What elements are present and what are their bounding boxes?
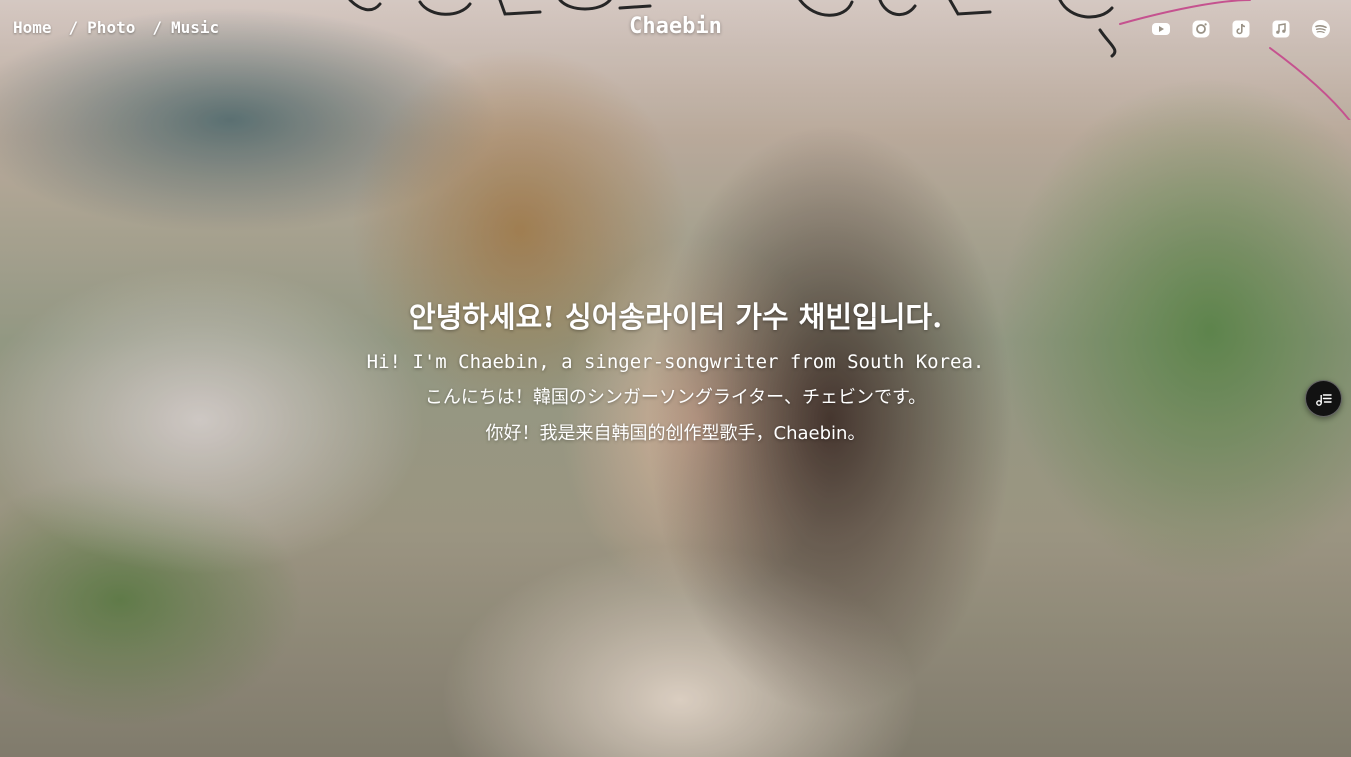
instagram-icon[interactable] (1191, 19, 1211, 39)
intro-chinese: 你好！我是来自韩国的创作型歌手，Chaebin。 (485, 423, 866, 444)
breadcrumb-separator: / (68, 18, 79, 37)
spotify-icon[interactable] (1311, 19, 1331, 39)
nav-music-link[interactable]: Music (171, 18, 219, 37)
intro-korean: 안녕하세요! 싱어송라이터 가수 채빈입니다. (408, 300, 943, 334)
top-navigation: Home / Photo / Music Chaebin (0, 0, 1351, 58)
playlist-button[interactable] (1305, 380, 1342, 417)
breadcrumb: Home / Photo / Music (13, 18, 219, 37)
intro-english: Hi! I'm Chaebin, a singer-songwriter fro… (366, 351, 985, 373)
playlist-icon (1315, 393, 1332, 406)
nav-photo-link[interactable]: Photo (87, 18, 135, 37)
apple-music-icon[interactable] (1271, 19, 1291, 39)
social-links (1151, 19, 1331, 39)
tiktok-icon[interactable] (1231, 19, 1251, 39)
youtube-icon[interactable] (1151, 19, 1171, 39)
nav-home-link[interactable]: Home (13, 18, 52, 37)
intro-section: 안녕하세요! 싱어송라이터 가수 채빈입니다. Hi! I'm Chaebin,… (0, 296, 1351, 456)
intro-japanese: こんにちは！韓国のシンガーソングライター、チェビンです。 (424, 387, 927, 408)
breadcrumb-separator: / (152, 18, 162, 37)
